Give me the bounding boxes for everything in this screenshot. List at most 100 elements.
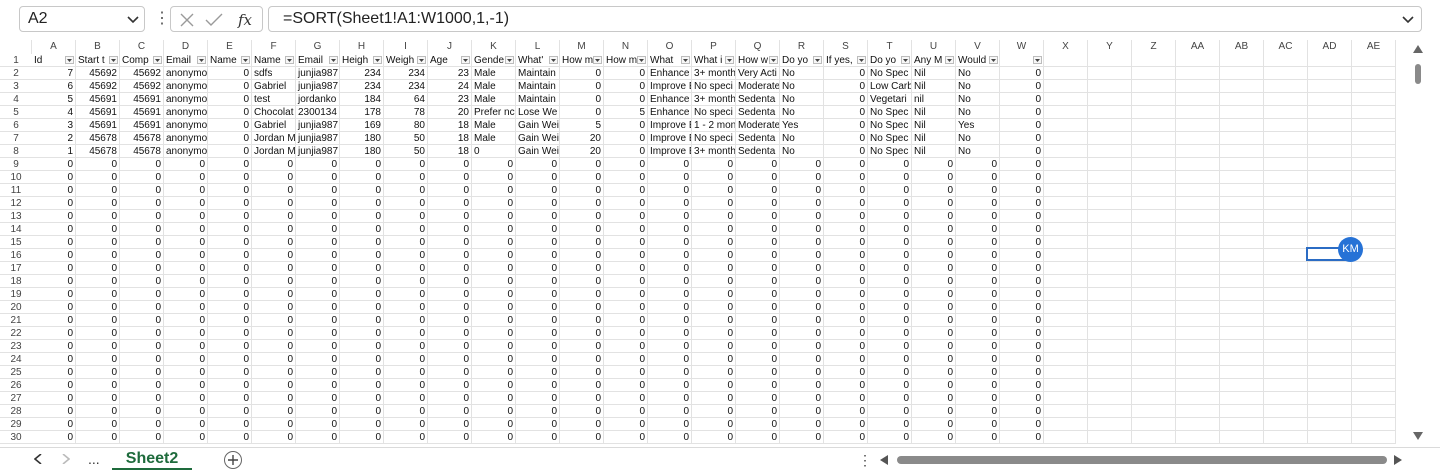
cell[interactable]: 0 <box>824 184 868 197</box>
cell[interactable] <box>1220 301 1264 314</box>
cell[interactable] <box>1044 405 1088 418</box>
cell[interactable]: 0 <box>384 392 428 405</box>
cell[interactable]: 0 <box>648 405 692 418</box>
filter-dropdown-icon[interactable] <box>329 56 338 64</box>
cell[interactable]: 0 <box>824 262 868 275</box>
cell[interactable]: 0 <box>164 223 208 236</box>
cell[interactable] <box>1308 405 1352 418</box>
filter-dropdown-icon[interactable] <box>549 56 558 64</box>
cell[interactable]: 0 <box>516 366 560 379</box>
cell[interactable] <box>1308 67 1352 80</box>
cell[interactable] <box>1308 301 1352 314</box>
cell[interactable] <box>1044 158 1088 171</box>
cell[interactable] <box>1176 93 1220 106</box>
table-header-cell[interactable]: Gende <box>472 54 516 67</box>
cell[interactable]: 0 <box>164 405 208 418</box>
cell[interactable]: No <box>956 145 1000 158</box>
cell[interactable]: 0 <box>208 197 252 210</box>
cell[interactable]: 0 <box>956 353 1000 366</box>
cell[interactable]: 0 <box>560 67 604 80</box>
cell[interactable]: 0 <box>604 379 648 392</box>
cell[interactable]: 0 <box>560 353 604 366</box>
cell[interactable]: 0 <box>164 262 208 275</box>
cell[interactable]: 0 <box>604 80 648 93</box>
cell[interactable]: anonymo <box>164 132 208 145</box>
cell[interactable]: Improve E <box>648 132 692 145</box>
cell[interactable]: 0 <box>560 418 604 431</box>
cell[interactable]: 0 <box>252 236 296 249</box>
cell[interactable] <box>1088 145 1132 158</box>
cell[interactable]: 0 <box>32 236 76 249</box>
column-header-ac[interactable]: AC <box>1264 40 1308 54</box>
cell[interactable] <box>1132 301 1176 314</box>
row-header-14[interactable]: 14 <box>0 223 32 236</box>
table-header-cell[interactable]: How m <box>560 54 604 67</box>
table-header-cell[interactable]: Email <box>296 54 340 67</box>
cell[interactable]: 0 <box>296 340 340 353</box>
cell[interactable]: 3 <box>32 119 76 132</box>
cell[interactable] <box>1220 366 1264 379</box>
cell[interactable] <box>1044 80 1088 93</box>
cell[interactable]: 0 <box>384 314 428 327</box>
column-header-i[interactable]: I <box>384 40 428 54</box>
cell[interactable]: 0 <box>76 392 120 405</box>
cell[interactable] <box>1176 223 1220 236</box>
cell[interactable] <box>1044 145 1088 158</box>
cell[interactable]: 0 <box>252 223 296 236</box>
cell[interactable]: No <box>780 80 824 93</box>
cell[interactable]: 0 <box>956 379 1000 392</box>
cell[interactable]: 0 <box>428 366 472 379</box>
cell[interactable]: 0 <box>648 418 692 431</box>
column-header-m[interactable]: M <box>560 40 604 54</box>
cell[interactable]: 0 <box>472 418 516 431</box>
cell[interactable]: 0 <box>32 223 76 236</box>
cell[interactable] <box>1352 132 1396 145</box>
cell[interactable]: 0 <box>648 275 692 288</box>
cell[interactable] <box>1176 54 1220 67</box>
cell[interactable] <box>1088 132 1132 145</box>
row-header-17[interactable]: 17 <box>0 262 32 275</box>
cell[interactable]: 0 <box>516 418 560 431</box>
cell[interactable] <box>1264 353 1308 366</box>
cell[interactable]: Gain Wei <box>516 119 560 132</box>
row-header-12[interactable]: 12 <box>0 197 32 210</box>
cell[interactable]: 0 <box>472 145 516 158</box>
cell[interactable] <box>1352 145 1396 158</box>
cell[interactable]: 0 <box>648 158 692 171</box>
filter-dropdown-icon[interactable] <box>857 56 866 64</box>
cell[interactable]: 5 <box>560 119 604 132</box>
cell[interactable]: 0 <box>296 314 340 327</box>
cell[interactable]: Improve E <box>648 80 692 93</box>
row-header-19[interactable]: 19 <box>0 288 32 301</box>
cell[interactable]: 45678 <box>120 145 164 158</box>
table-header-cell[interactable]: Start t <box>76 54 120 67</box>
cell[interactable]: 0 <box>164 210 208 223</box>
cell[interactable]: 0 <box>428 275 472 288</box>
cell[interactable]: anonymo <box>164 106 208 119</box>
cell[interactable] <box>1352 210 1396 223</box>
cell[interactable]: 0 <box>164 379 208 392</box>
cell[interactable]: 0 <box>76 405 120 418</box>
cell[interactable]: 0 <box>1000 249 1044 262</box>
cell[interactable]: 0 <box>780 249 824 262</box>
cell[interactable]: 0 <box>32 288 76 301</box>
cell[interactable]: 0 <box>868 431 912 444</box>
cell[interactable] <box>1264 392 1308 405</box>
cell[interactable]: 0 <box>1000 236 1044 249</box>
cell[interactable]: 0 <box>296 197 340 210</box>
cell[interactable] <box>1220 171 1264 184</box>
cell[interactable] <box>1308 145 1352 158</box>
cell[interactable]: 0 <box>32 405 76 418</box>
cell[interactable] <box>1132 197 1176 210</box>
cell[interactable]: 0 <box>780 171 824 184</box>
cell[interactable] <box>1176 158 1220 171</box>
cell[interactable]: No speci <box>692 106 736 119</box>
cell[interactable] <box>1352 340 1396 353</box>
cell[interactable]: 0 <box>252 262 296 275</box>
cell[interactable]: 0 <box>648 223 692 236</box>
cell[interactable]: 0 <box>736 314 780 327</box>
cell[interactable]: 0 <box>868 171 912 184</box>
cell[interactable] <box>1088 93 1132 106</box>
cell[interactable] <box>1088 327 1132 340</box>
cell[interactable]: 0 <box>604 301 648 314</box>
